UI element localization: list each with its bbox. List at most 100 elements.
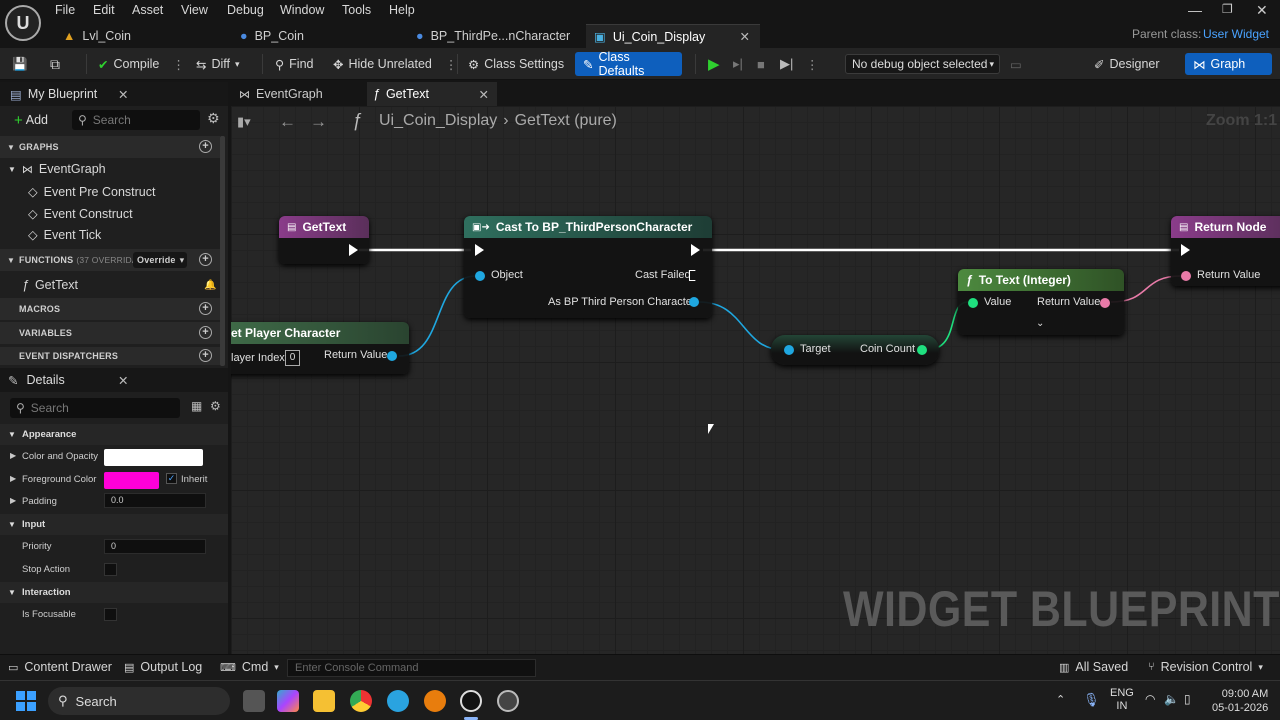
more-options-icon[interactable]: ⋮: [445, 57, 458, 72]
minimize-icon[interactable]: —: [1188, 2, 1202, 18]
input-category[interactable]: ▼ Input: [0, 514, 228, 535]
chevron-up-icon[interactable]: ⌃: [1056, 693, 1065, 706]
node-cast-to-bp-thirdperson[interactable]: ▣➜ Cast To BP_ThirdPersonCharacter Objec…: [464, 216, 712, 318]
cast-failed-pin[interactable]: [689, 270, 699, 281]
debug-filter-icon[interactable]: ▭: [1010, 53, 1022, 75]
tab-lvl-coin[interactable]: ▲ Lvl_Coin: [55, 24, 220, 48]
tab-gettext[interactable]: ƒ GetText ✕: [367, 82, 497, 106]
tab-eventgraph[interactable]: ⋈ EventGraph: [235, 82, 365, 106]
is-focusable-checkbox[interactable]: [104, 608, 117, 621]
language-indicator[interactable]: ENG IN: [1110, 687, 1134, 713]
close-panel-icon[interactable]: ✕: [118, 87, 128, 102]
expand-arrow-icon[interactable]: ▶: [10, 474, 16, 483]
find-button[interactable]: ⚲ Find: [275, 53, 313, 75]
tree-event-pre-construct[interactable]: ◇ Event Pre Construct: [28, 184, 155, 200]
unreal-engine-icon[interactable]: [460, 690, 482, 712]
padding-field[interactable]: 0.0: [104, 493, 206, 508]
menu-asset[interactable]: Asset: [132, 3, 163, 17]
play-options-icon[interactable]: ⋮: [806, 53, 819, 75]
scrollbar[interactable]: [220, 136, 225, 366]
menu-edit[interactable]: Edit: [93, 3, 115, 17]
taskbar-search[interactable]: ⚲ Search: [48, 687, 230, 715]
volume-icon[interactable]: 🔈: [1164, 692, 1179, 706]
blender-icon[interactable]: [424, 690, 446, 712]
tree-event-construct[interactable]: ◇ Event Construct: [28, 206, 133, 222]
override-dropdown[interactable]: Override ▾: [133, 252, 187, 268]
menu-help[interactable]: Help: [389, 3, 415, 17]
return-value-pin[interactable]: [387, 351, 397, 361]
designer-button[interactable]: ✐ Designer: [1094, 53, 1160, 75]
as-bp-pin[interactable]: [689, 297, 699, 307]
node-get-player-character[interactable]: et Player Character layer Index 0 Return…: [231, 322, 409, 374]
revision-control-button[interactable]: ⑂ Revision Control ▾: [1148, 660, 1263, 674]
expand-arrow-icon[interactable]: ▶: [10, 451, 16, 460]
tab-ui-coin-display[interactable]: ▣ Ui_Coin_Display ✕: [586, 24, 760, 48]
copilot-icon[interactable]: [277, 690, 299, 712]
add-variable-icon[interactable]: +: [199, 326, 212, 339]
expand-arrow-icon[interactable]: ▶: [10, 496, 16, 505]
tree-eventgraph[interactable]: ▼ ⋈ EventGraph: [8, 162, 106, 176]
variables-section-header[interactable]: VARIABLES +: [0, 322, 220, 344]
tree-function-gettext[interactable]: ƒ GetText: [22, 278, 78, 292]
close-window-icon[interactable]: ✕: [1256, 2, 1268, 19]
table-view-icon[interactable]: ▦: [191, 399, 202, 413]
my-blueprint-search-input[interactable]: ⚲ Search: [72, 110, 200, 130]
node-gettext[interactable]: ▤ GetText: [279, 216, 369, 264]
tree-event-tick[interactable]: ◇ Event Tick: [28, 227, 101, 243]
node-return[interactable]: ▤ Return Node Return Value: [1171, 216, 1280, 286]
return-value-pin[interactable]: [1100, 298, 1110, 308]
details-search-input[interactable]: ⚲ Search: [10, 398, 180, 418]
compile-button[interactable]: ✔ Compile ⋮: [98, 53, 185, 75]
cmd-dropdown[interactable]: ⌨ Cmd ▾: [220, 660, 279, 674]
compile-options-icon[interactable]: ⋮: [172, 57, 185, 72]
chrome-icon[interactable]: [350, 690, 372, 712]
appearance-category[interactable]: ▼ Appearance: [0, 424, 228, 445]
add-button[interactable]: + Add: [14, 110, 48, 130]
output-log-button[interactable]: ▤ Output Log: [124, 660, 202, 674]
clock[interactable]: 09:00 AM 05-01-2026: [1212, 687, 1268, 715]
graph-canvas[interactable]: ▮▾ ← → ƒ Ui_Coin_Display › GetText (pure…: [231, 106, 1280, 654]
diff-button[interactable]: ⇆ Diff ▾: [196, 53, 240, 75]
return-value-pin[interactable]: [1181, 271, 1191, 281]
windows-start-icon[interactable]: [16, 691, 36, 711]
unreal-logo-icon[interactable]: U: [5, 5, 41, 41]
inherit-checkbox[interactable]: ✓: [166, 473, 177, 484]
target-pin[interactable]: [784, 345, 794, 355]
wifi-icon[interactable]: ◠: [1145, 692, 1155, 706]
add-function-icon[interactable]: +: [199, 253, 212, 266]
exec-out-pin[interactable]: [349, 244, 358, 256]
eject-icon[interactable]: ▶|: [780, 53, 793, 75]
object-pin[interactable]: [475, 271, 485, 281]
stop-action-checkbox[interactable]: [104, 563, 117, 576]
coin-count-pin[interactable]: [917, 345, 927, 355]
step-icon[interactable]: ▸|: [733, 53, 743, 75]
debug-object-dropdown[interactable]: No debug object selected ▾: [845, 54, 1000, 74]
priority-field[interactable]: 0: [104, 539, 206, 554]
menu-tools[interactable]: Tools: [342, 3, 371, 17]
menu-window[interactable]: Window: [280, 3, 324, 17]
node-to-text-integer[interactable]: ƒ To Text (Integer) Value Return Value ⌄: [958, 269, 1124, 335]
hide-unrelated-button[interactable]: ✥ Hide Unrelated ⋮: [333, 53, 457, 75]
task-view-icon[interactable]: [243, 690, 265, 712]
macros-section-header[interactable]: MACROS +: [0, 298, 220, 320]
exec-in-pin[interactable]: [1181, 244, 1190, 256]
close-panel-icon[interactable]: ✕: [118, 373, 128, 388]
class-defaults-button[interactable]: ✎ Class Defaults: [575, 50, 682, 78]
node-coin-count-getter[interactable]: Target Coin Count: [771, 335, 939, 365]
menu-file[interactable]: File: [55, 3, 75, 17]
graphs-section-header[interactable]: ▼ GRAPHS +: [0, 136, 220, 158]
settings-gear-icon[interactable]: ⚙: [210, 399, 221, 413]
file-explorer-icon[interactable]: [313, 690, 335, 712]
class-settings-button[interactable]: ⚙ Class Settings: [468, 53, 564, 75]
recorder-icon[interactable]: [497, 690, 519, 712]
console-command-input[interactable]: Enter Console Command: [287, 659, 536, 677]
content-drawer-button[interactable]: ▭ Content Drawer: [8, 660, 112, 674]
functions-section-header[interactable]: ▼ FUNCTIONS (37 OVERRIDAB Override ▾ +: [0, 249, 220, 271]
chevron-down-icon[interactable]: ⌄: [1036, 318, 1044, 329]
close-tab-icon[interactable]: ✕: [740, 29, 750, 44]
graph-button[interactable]: ⋈ Graph: [1185, 53, 1272, 75]
value-pin[interactable]: [968, 298, 978, 308]
menu-debug[interactable]: Debug: [227, 3, 264, 17]
add-macro-icon[interactable]: +: [199, 302, 212, 315]
player-index-field[interactable]: 0: [285, 350, 300, 366]
